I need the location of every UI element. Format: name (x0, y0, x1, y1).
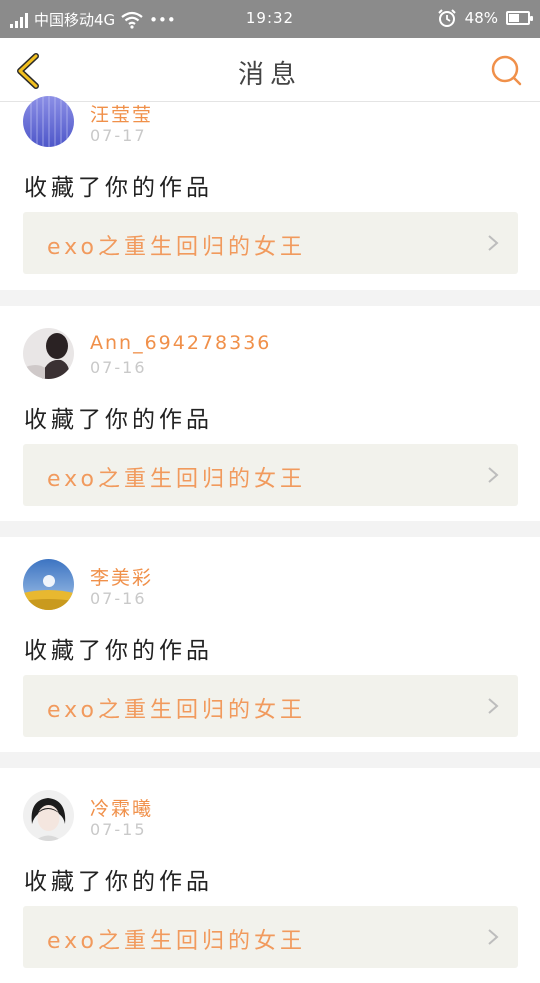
avatar[interactable] (23, 790, 74, 841)
status-right: 48% (437, 8, 533, 28)
search-button[interactable] (484, 48, 528, 92)
message-item[interactable]: Ann_694278336 07-16 收藏了你的作品 exo之重生回归的女王 (0, 306, 540, 521)
username[interactable]: 冷霖曦 (90, 794, 153, 821)
chevron-right-icon (488, 698, 499, 714)
status-bar: 中国移动4G ••• 19:32 48% (0, 0, 540, 38)
work-link[interactable]: exo之重生回归的女王 (23, 212, 518, 274)
message-item[interactable]: 李美彩 07-16 收藏了你的作品 exo之重生回归的女王 (0, 537, 540, 752)
message-date: 07-15 (90, 820, 147, 839)
work-title: exo之重生回归的女王 (47, 235, 306, 260)
divider (0, 521, 540, 537)
message-text: 收藏了你的作品 (24, 638, 213, 664)
work-link[interactable]: exo之重生回归的女王 (23, 675, 518, 737)
work-link[interactable]: exo之重生回归的女王 (23, 444, 518, 506)
battery-percent: 48% (464, 9, 498, 27)
work-title: exo之重生回归的女王 (47, 929, 306, 954)
message-item[interactable]: 冷霖曦 07-15 收藏了你的作品 exo之重生回归的女王 (0, 768, 540, 983)
message-text: 收藏了你的作品 (24, 407, 213, 433)
chevron-right-icon (488, 929, 499, 945)
work-title: exo之重生回归的女王 (47, 467, 306, 492)
work-title: exo之重生回归的女王 (47, 698, 306, 723)
chevron-right-icon (488, 235, 499, 251)
avatar[interactable] (23, 328, 74, 379)
battery-icon (506, 11, 533, 25)
avatar[interactable] (23, 96, 74, 147)
message-date: 07-17 (90, 126, 147, 145)
app-header: 消息 (0, 38, 540, 102)
message-text: 收藏了你的作品 (24, 869, 213, 895)
divider (0, 290, 540, 306)
message-date: 07-16 (90, 358, 147, 377)
avatar[interactable] (23, 559, 74, 610)
message-list: 汪莹莹 07-17 收藏了你的作品 exo之重生回归的女王 Ann_694278… (0, 96, 540, 983)
divider (0, 752, 540, 768)
alarm-icon (437, 9, 456, 27)
message-item[interactable]: 汪莹莹 07-17 收藏了你的作品 exo之重生回归的女王 (0, 96, 540, 290)
message-date: 07-16 (90, 589, 147, 608)
message-text: 收藏了你的作品 (24, 175, 213, 201)
username[interactable]: 李美彩 (90, 563, 153, 590)
chevron-right-icon (488, 467, 499, 483)
username[interactable]: Ann_694278336 (90, 332, 271, 354)
page-title: 消息 (237, 60, 302, 90)
search-icon (491, 55, 522, 86)
username[interactable]: 汪莹莹 (90, 100, 153, 127)
work-link[interactable]: exo之重生回归的女王 (23, 906, 518, 968)
